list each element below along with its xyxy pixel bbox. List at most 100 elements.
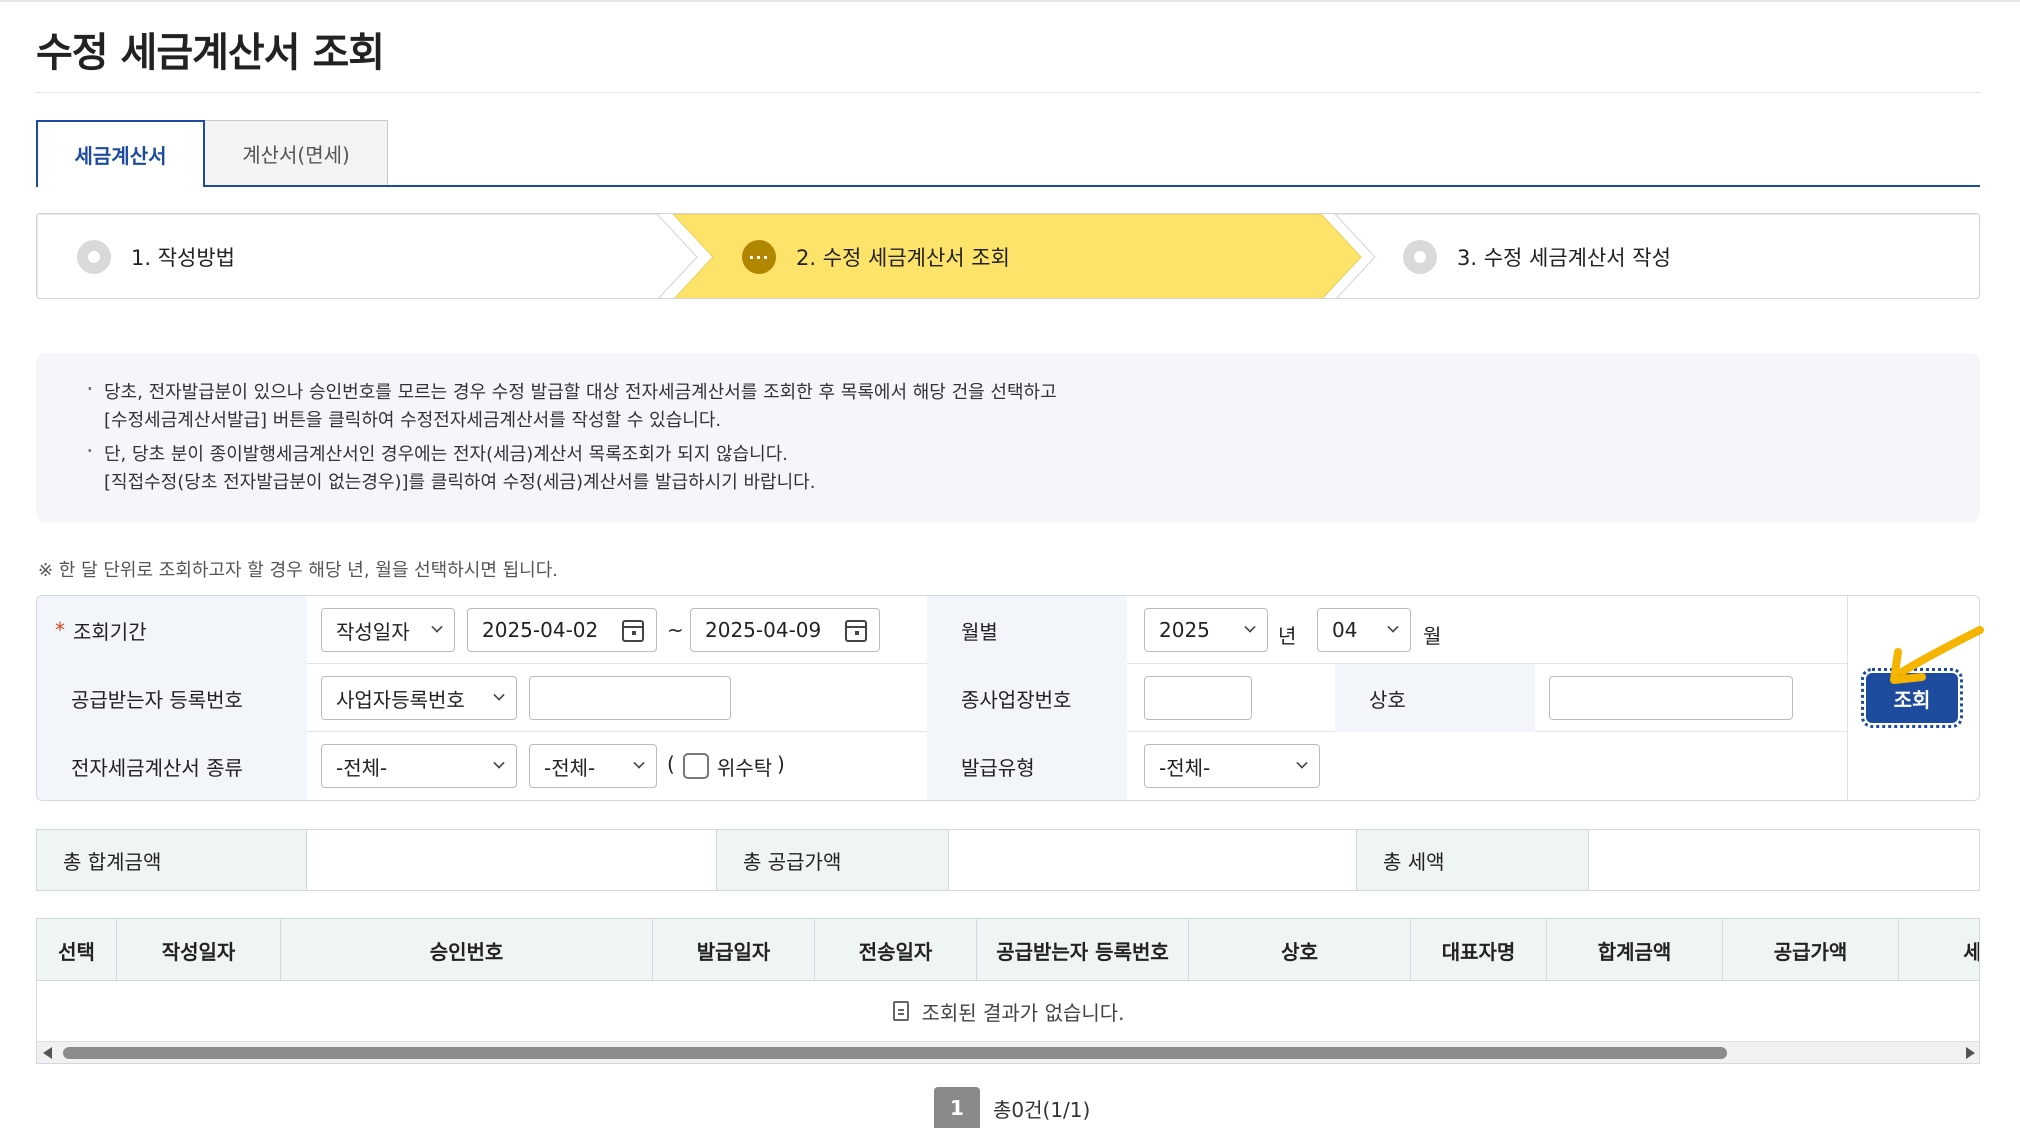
consign-checkbox[interactable] (683, 753, 709, 779)
step-2: ··· 2. 수정 세금계산서 조회 (742, 214, 1010, 298)
invoice-kind-label: 전자세금계산서 종류 (71, 755, 243, 780)
col-tax: 세 (1899, 919, 1979, 981)
year-select[interactable]: 2025 (1144, 608, 1268, 652)
chevron-down-icon (493, 757, 505, 769)
month-unit: 월 (1423, 624, 1442, 648)
invoice-kind-value: -전체- (336, 755, 388, 780)
company-input[interactable] (1549, 676, 1793, 720)
chevron-down-icon (493, 689, 505, 701)
date-from-input[interactable]: 2025-04-02 (467, 608, 657, 652)
col-supply: 공급가액 (1723, 919, 1899, 981)
month-select[interactable]: 04 (1317, 608, 1411, 652)
year-value: 2025 (1159, 618, 1210, 642)
empty-message-text: 조회된 결과가 없습니다. (921, 1000, 1125, 1025)
date-separator: ~ (667, 618, 684, 642)
step-3-label: 3. 수정 세금계산서 작성 (1457, 246, 1671, 270)
scroll-right-icon[interactable] (1966, 1047, 1975, 1059)
form-row-period: * 조회기간 작성일자 2025-04-02 ~ 2025-04-09 월별 2… (37, 596, 1847, 664)
required-mark: * (55, 618, 65, 642)
result-table: 선택 작성일자 승인번호 발급일자 전송일자 공급받는자 등록번호 상호 대표자… (36, 918, 1980, 1064)
total-tax-label: 총 세액 (1357, 830, 1589, 890)
search-button[interactable]: 조회 (1861, 668, 1963, 728)
total-amount-label: 총 합계금액 (37, 830, 307, 890)
step-3: 3. 수정 세금계산서 작성 (1403, 214, 1671, 298)
recipient-type-value: 사업자등록번호 (336, 687, 465, 712)
total-tax-value (1589, 830, 1979, 890)
period-label-cell: * 조회기간 (37, 596, 307, 664)
invoice-kind-select[interactable]: -전체- (321, 744, 517, 788)
tab-underline (36, 185, 1980, 187)
notice-item: 단, 당초 분이 종이발행세금계산서인 경우에는 전자(세금)계산서 목록조회가… (62, 437, 1954, 497)
sub-business-label: 종사업장번호 (961, 687, 1072, 712)
chevron-down-icon (1387, 621, 1399, 633)
step-2-label: 2. 수정 세금계산서 조회 (796, 246, 1010, 270)
horizontal-scrollbar[interactable] (37, 1041, 1979, 1063)
title-divider (36, 92, 1980, 93)
invoice-subkind-value: -전체- (544, 755, 596, 780)
invoice-subkind-select[interactable]: -전체- (529, 744, 657, 788)
step-1-label: 1. 작성방법 (131, 246, 235, 270)
total-supply-label: 총 공급가액 (717, 830, 949, 890)
calendar-icon[interactable] (622, 620, 644, 642)
date-to-input[interactable]: 2025-04-09 (690, 608, 880, 652)
issue-type-value: -전체- (1159, 755, 1211, 780)
issue-type-label-cell: 발급유형 (927, 732, 1127, 800)
page-title: 수정 세금계산서 조회 (36, 30, 385, 76)
date-type-select[interactable]: 작성일자 (321, 608, 455, 652)
col-total: 합계금액 (1547, 919, 1723, 981)
radio-icon (1403, 240, 1437, 274)
notice-item: 당초, 전자발급분이 있으나 승인번호를 모르는 경우 수정 발급할 대상 전자… (62, 375, 1954, 435)
dots-icon: ··· (742, 240, 776, 274)
recipient-number-input[interactable] (529, 676, 731, 720)
empty-message: 조회된 결과가 없습니다. (37, 981, 1979, 1041)
recipient-label-cell: 공급받는자 등록번호 (37, 664, 307, 732)
tab-tax-invoice[interactable]: 세금계산서 (36, 120, 205, 187)
form-row-recipient: 공급받는자 등록번호 사업자등록번호 종사업장번호 상호 (37, 664, 1847, 732)
date-from-value: 2025-04-02 (482, 618, 599, 642)
issue-type-select[interactable]: -전체- (1144, 744, 1320, 788)
col-send-date: 전송일자 (815, 919, 977, 981)
step-indicator: 1. 작성방법 ··· 2. 수정 세금계산서 조회 3. 수정 세금계산서 작… (36, 213, 1980, 299)
col-representative: 대표자명 (1411, 919, 1547, 981)
table-header: 선택 작성일자 승인번호 발급일자 전송일자 공급받는자 등록번호 상호 대표자… (37, 919, 1979, 981)
notice-line: [수정세금계산서발급] 버튼을 클릭하여 수정전자세금계산서를 작성할 수 있습… (104, 410, 722, 431)
page-button-1[interactable]: 1 (934, 1087, 980, 1128)
recipient-type-select[interactable]: 사업자등록번호 (321, 676, 517, 720)
form-row-kind: 전자세금계산서 종류 -전체- -전체- ( 위수탁 ) 발급유형 -전체- (37, 732, 1847, 800)
col-recipient-no: 공급받는자 등록번호 (977, 919, 1189, 981)
period-label: 조회기간 (73, 619, 147, 644)
col-company: 상호 (1189, 919, 1411, 981)
notice-box: 당초, 전자발급분이 있으나 승인번호를 모르는 경우 수정 발급할 대상 전자… (36, 353, 1980, 523)
calendar-icon[interactable] (845, 620, 867, 642)
step-1: 1. 작성방법 (77, 214, 235, 298)
col-approval-no: 승인번호 (281, 919, 653, 981)
document-icon (893, 1001, 910, 1021)
sub-business-label-cell: 종사업장번호 (927, 664, 1127, 732)
chevron-down-icon (633, 757, 645, 769)
col-write-date: 작성일자 (117, 919, 281, 981)
top-border (0, 0, 2020, 2)
scrollbar-thumb[interactable] (63, 1047, 1727, 1059)
total-amount-value (307, 830, 717, 890)
date-to-value: 2025-04-09 (705, 618, 822, 642)
col-select: 선택 (37, 919, 117, 981)
notice-line: [직접수정(당초 전자발급분이 없는경우)]를 클릭하여 수정(세금)계산서를 … (104, 472, 816, 493)
tab-invoice-exempt[interactable]: 계산서(면세) (204, 120, 388, 187)
date-type-value: 작성일자 (336, 619, 410, 644)
issue-type-label: 발급유형 (961, 755, 1035, 780)
paren-open: ( (667, 752, 675, 776)
scroll-left-icon[interactable] (43, 1047, 52, 1059)
paren-close: ) (777, 752, 785, 776)
invoice-kind-label-cell: 전자세금계산서 종류 (37, 732, 307, 800)
chevron-down-icon (1296, 757, 1308, 769)
year-unit: 년 (1278, 624, 1297, 648)
search-form: * 조회기간 작성일자 2025-04-02 ~ 2025-04-09 월별 2… (36, 595, 1980, 801)
monthly-hint: ※ 한 달 단위로 조회하고자 할 경우 해당 년, 월을 선택하시면 됩니다. (38, 560, 559, 581)
company-label: 상호 (1369, 687, 1406, 712)
sub-business-input[interactable] (1144, 676, 1252, 720)
chevron-down-icon (431, 621, 443, 633)
total-supply-value (949, 830, 1357, 890)
radio-icon (77, 240, 111, 274)
col-issue-date: 발급일자 (653, 919, 815, 981)
consign-label[interactable]: 위수탁 (717, 752, 772, 781)
